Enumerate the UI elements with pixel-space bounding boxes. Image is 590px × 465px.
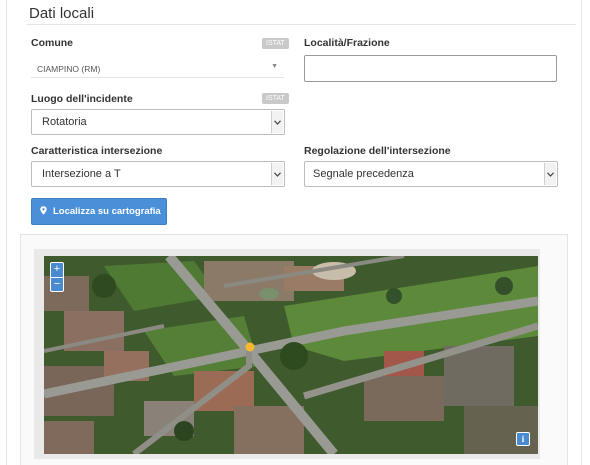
localita-input[interactable] bbox=[304, 55, 557, 82]
title-divider bbox=[27, 24, 576, 25]
regolazione-select[interactable]: Segnale precedenza bbox=[304, 161, 558, 187]
satellite-map[interactable]: + − i bbox=[44, 256, 538, 454]
caratteristica-label: Caratteristica intersezione bbox=[31, 145, 163, 157]
chevron-down-icon: ▼ bbox=[271, 63, 278, 70]
satellite-image bbox=[44, 256, 538, 454]
section-title: Dati locali bbox=[29, 5, 95, 22]
zoom-out-button[interactable]: − bbox=[51, 278, 63, 292]
select-arrow-icon bbox=[544, 163, 556, 185]
regolazione-label: Regolazione dell'intersezione bbox=[304, 145, 451, 157]
comune-value: CIAMPINO (RM) bbox=[37, 64, 101, 74]
caratteristica-value: Intersezione a T bbox=[42, 168, 121, 180]
localizza-button-label: Localizza su cartografia bbox=[53, 206, 161, 217]
comune-select[interactable]: CIAMPINO (RM) ▼ bbox=[31, 56, 284, 78]
info-button[interactable]: i bbox=[516, 432, 530, 446]
luogo-label: Luogo dell'incidente bbox=[31, 93, 133, 105]
select-arrow-icon bbox=[271, 163, 283, 185]
luogo-select[interactable]: Rotatoria bbox=[31, 109, 285, 135]
localita-label: Località/Frazione bbox=[304, 37, 390, 49]
luogo-istat-badge: ISTAT bbox=[262, 93, 289, 104]
map-marker-icon bbox=[40, 205, 47, 218]
comune-label: Comune bbox=[31, 37, 73, 49]
incident-marker bbox=[245, 342, 255, 352]
map-container: + − i bbox=[20, 234, 568, 465]
luogo-value: Rotatoria bbox=[42, 116, 87, 128]
caratteristica-select[interactable]: Intersezione a T bbox=[31, 161, 285, 187]
comune-istat-badge: ISTAT bbox=[262, 38, 289, 49]
select-arrow-icon bbox=[271, 111, 283, 133]
zoom-control: + − bbox=[50, 262, 64, 292]
map-wrapper: + − i bbox=[34, 249, 540, 459]
regolazione-value: Segnale precedenza bbox=[313, 168, 414, 180]
localizza-button[interactable]: Localizza su cartografia bbox=[31, 198, 167, 225]
zoom-in-button[interactable]: + bbox=[51, 263, 63, 278]
